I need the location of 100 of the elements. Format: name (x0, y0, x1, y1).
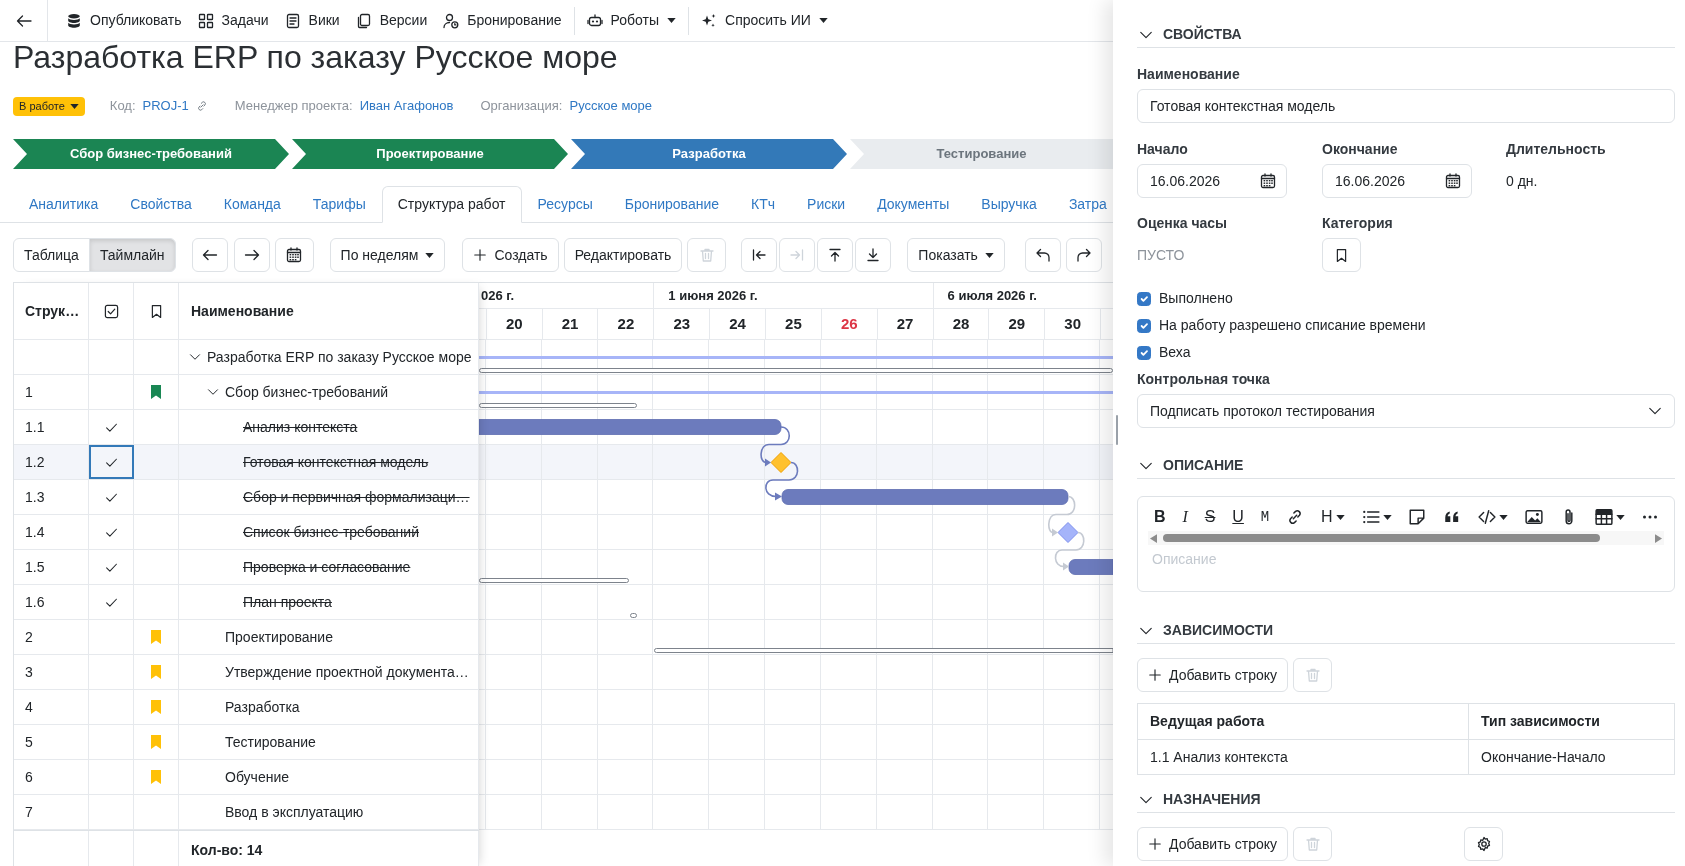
date-field[interactable]: 16.06.2026 (1322, 164, 1472, 198)
calendar-icon[interactable] (1445, 173, 1461, 189)
column-header[interactable]: Тип зависимости (1468, 703, 1675, 740)
stage-step[interactable]: Проектирование (292, 139, 568, 169)
settings-button[interactable] (1464, 827, 1504, 861)
tab[interactable]: Команда (207, 186, 297, 223)
table-row[interactable]: 1.5 Проверка и согласование (14, 550, 479, 585)
undo-button[interactable] (1024, 238, 1061, 272)
table-row[interactable]: 1.6 План проекта (14, 585, 479, 620)
table-row[interactable]: 6 Обучение (14, 760, 479, 795)
column-header[interactable]: Наименование (191, 300, 294, 322)
next-button[interactable] (233, 238, 270, 272)
toolbar-button[interactable]: Бронирование (437, 6, 568, 35)
field-label: Код: (109, 97, 136, 116)
tab[interactable]: Документы (861, 186, 966, 223)
calendar-button[interactable] (274, 238, 314, 272)
table-row[interactable]: 7 Ввод в эксплуатацию (14, 795, 479, 830)
table-row[interactable]: 1.3 Сбор и первичная формализаци… (14, 480, 479, 515)
checkbox-icon[interactable] (103, 303, 119, 319)
monospace-button[interactable]: M (1260, 506, 1270, 528)
chevron-down-icon[interactable] (189, 351, 201, 363)
date-input[interactable]: 16.06.2026 (1335, 170, 1441, 192)
italic-button[interactable]: I (1182, 506, 1188, 528)
tab[interactable]: Риски (791, 186, 862, 223)
scroll-right-icon[interactable] (1655, 533, 1662, 543)
redo-icon (1075, 247, 1092, 263)
table-row[interactable]: 2 Проектирование (14, 620, 479, 655)
show-dropdown[interactable]: Показать (907, 238, 1005, 272)
column-header[interactable]: Струк… (25, 300, 80, 322)
calendar-icon[interactable] (1260, 173, 1276, 189)
toolbar-button[interactable]: Опубликовать (60, 6, 188, 35)
checkbox[interactable] (1137, 318, 1151, 333)
tab[interactable]: Бронирование (608, 186, 736, 223)
task-bar[interactable] (1068, 559, 1113, 575)
tab[interactable]: КТч (735, 186, 792, 223)
stage-step[interactable]: Разработка (571, 139, 847, 169)
table-row[interactable]: 1 Сбор бизнес-требований (14, 375, 479, 410)
toolbar-button[interactable]: Задачи (191, 6, 275, 35)
underline-button[interactable]: U (1232, 506, 1244, 528)
table-cell: 1.1 Анализ контекста (1137, 739, 1469, 775)
week-label: 21 (561, 313, 579, 334)
move-up-button[interactable] (817, 238, 854, 272)
field-link[interactable]: PROJ-1 (142, 96, 189, 116)
note-icon (1408, 508, 1427, 526)
checkbox-label: Выполнено (1159, 289, 1233, 308)
category-button[interactable] (1322, 238, 1361, 272)
field-link[interactable]: Русское море (569, 96, 653, 116)
tab[interactable]: Затра (1052, 186, 1113, 223)
resize-handle[interactable] (1116, 415, 1118, 445)
strikethrough-button[interactable]: S (1204, 506, 1216, 528)
table-button[interactable] (1595, 506, 1626, 528)
table-row[interactable]: 5 Тестирование (14, 725, 479, 760)
view-toggle[interactable]: Таймлайн (88, 238, 176, 272)
name-field[interactable]: Готовая контекстная модель (1137, 89, 1675, 123)
date-input[interactable]: 16.06.2026 (1150, 170, 1256, 192)
add-row-button[interactable]: Добавить строку (1137, 827, 1289, 861)
tab[interactable]: Структура работ (381, 186, 522, 223)
redo-button[interactable] (1065, 238, 1102, 272)
link-icon[interactable] (195, 100, 208, 112)
checkbox[interactable] (1137, 291, 1151, 306)
tab[interactable]: Выручка (965, 186, 1053, 223)
tab[interactable]: Свойства (114, 186, 208, 223)
toolbar-button[interactable]: Вики (278, 6, 346, 35)
section-title: ОПИСАНИЕ (1163, 456, 1244, 475)
toolbar-button[interactable]: Версии (349, 6, 434, 35)
bold-button[interactable]: B (1154, 506, 1166, 528)
heading-button[interactable]: H (1321, 506, 1345, 528)
stage-step[interactable]: Тестирование (850, 139, 1113, 169)
tab[interactable]: Ресурсы (521, 186, 609, 223)
stage-step[interactable]: Сбор бизнес-требований (13, 139, 289, 169)
description-editor[interactable]: B I S U M H Описание (1137, 496, 1675, 592)
previous-button[interactable] (191, 238, 228, 272)
create-button[interactable]: Создать (462, 238, 559, 272)
toolbar-button[interactable]: Спросить ИИ (695, 6, 834, 35)
outdent-button[interactable] (741, 238, 778, 272)
add-row-button[interactable]: Добавить строку (1137, 658, 1289, 692)
field-link[interactable]: Иван Агафонов (359, 96, 454, 116)
status-dropdown[interactable]: В работе (13, 96, 85, 116)
move-down-button[interactable] (855, 238, 892, 272)
column-header[interactable]: Ведущая работа (1137, 703, 1469, 740)
view-toggle[interactable]: Таблица (13, 238, 90, 272)
scrollbar-thumb[interactable] (1163, 534, 1601, 542)
scroll-left-icon[interactable] (1150, 533, 1157, 543)
edit-button[interactable]: Редактировать (563, 238, 683, 272)
table-row[interactable]: 4 Разработка (14, 690, 479, 725)
table-row[interactable]: Разработка ERP по заказу Русское море (14, 340, 479, 375)
table-row[interactable]: 3 Утверждение проектной документа… (14, 655, 479, 690)
tab[interactable]: Тарифы (296, 186, 382, 223)
caret-down-icon (425, 252, 435, 258)
bookmark-icon[interactable] (150, 303, 162, 319)
date-field[interactable]: 16.06.2026 (1137, 164, 1287, 198)
chevron-down-icon[interactable] (207, 386, 219, 398)
checkpoint-select[interactable]: Подписать протокол тестирования (1137, 394, 1675, 428)
bookmark-icon (1336, 247, 1347, 263)
table-row[interactable]: 1.4 Список бизнес-требований (14, 515, 479, 550)
table-row[interactable]: 1.2 Готовая контекстная модель (14, 445, 479, 480)
tab[interactable]: Аналитика (13, 186, 115, 223)
checkbox[interactable] (1137, 345, 1151, 360)
toolbar-button[interactable]: Роботы (580, 6, 682, 35)
scale-dropdown[interactable]: По неделям (329, 238, 446, 272)
